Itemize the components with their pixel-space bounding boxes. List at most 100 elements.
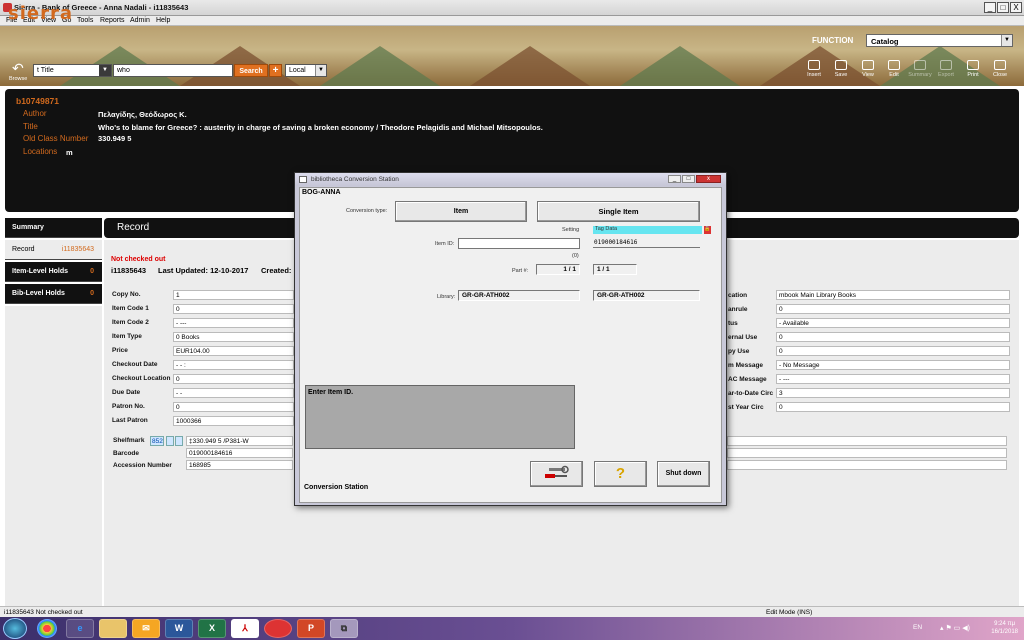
word-icon[interactable]: W bbox=[165, 619, 193, 638]
start-button[interactable] bbox=[3, 618, 27, 639]
barcode-label: Barcode bbox=[113, 450, 140, 457]
status-field[interactable]: - Available bbox=[776, 318, 1010, 328]
oldclass-value: 330.949 5 bbox=[98, 134, 132, 143]
close-window-button[interactable]: X bbox=[1010, 2, 1022, 13]
copy-use-field[interactable]: 0 bbox=[776, 346, 1010, 356]
menu-tools[interactable]: Tools bbox=[77, 16, 93, 25]
nav-summary[interactable]: Summary bbox=[5, 218, 102, 238]
ie-icon[interactable]: e bbox=[66, 619, 94, 638]
field-label: Last Patron bbox=[112, 417, 148, 424]
due-date-field[interactable]: - - bbox=[173, 388, 294, 398]
powerpoint-icon[interactable]: P bbox=[297, 619, 325, 638]
nav-item-holds[interactable]: Item-Level Holds 0 bbox=[5, 262, 102, 282]
help-button[interactable]: ? bbox=[594, 461, 647, 487]
field-label: Checkout Date bbox=[112, 361, 158, 368]
tool-insert[interactable]: Insert bbox=[801, 60, 827, 78]
clock[interactable]: 9:24 πμ 16/1/2018 bbox=[991, 620, 1018, 636]
clock-time: 9:24 πμ bbox=[994, 621, 1016, 627]
tool-close[interactable]: Close bbox=[987, 60, 1013, 78]
title-label: Title bbox=[23, 122, 38, 131]
tray-icons[interactable]: ▴ ⚑ ▭ ◀) bbox=[940, 624, 970, 632]
browse-back-icon[interactable]: ↶ bbox=[12, 60, 24, 77]
locations-label: Locations bbox=[23, 147, 58, 156]
checkout-date-field[interactable]: - - : bbox=[173, 360, 294, 370]
copy-no-field[interactable]: 1 bbox=[173, 290, 294, 300]
search-button[interactable]: Search bbox=[234, 64, 268, 77]
last-year-circ-field[interactable]: 0 bbox=[776, 402, 1010, 412]
dialog-footer: Conversion Station bbox=[304, 484, 369, 491]
field-label: st Year Circ bbox=[728, 404, 764, 411]
tool-export[interactable]: Export bbox=[933, 60, 959, 78]
shelfmark-label: Shelfmark bbox=[113, 437, 145, 444]
last-patron-field[interactable]: 1000366 bbox=[173, 416, 294, 426]
scope-select[interactable]: Local ▼ bbox=[285, 64, 327, 77]
item-mode-button[interactable]: Item bbox=[395, 201, 527, 222]
tool-save[interactable]: Save bbox=[828, 60, 854, 78]
shelfmark-indicator-1[interactable] bbox=[166, 436, 174, 446]
chevron-down-icon: ▼ bbox=[315, 65, 326, 76]
location-field[interactable]: mbook Main Library Books bbox=[776, 290, 1010, 300]
barcode-field-cont[interactable] bbox=[727, 448, 1007, 458]
item-code-1-field[interactable]: 0 bbox=[173, 304, 294, 314]
conversion-station-task-icon[interactable]: ⧉ bbox=[330, 619, 358, 638]
tool-summary[interactable]: Summary bbox=[907, 60, 933, 78]
checkout-location-field[interactable]: 0 bbox=[173, 374, 294, 384]
search-input[interactable] bbox=[113, 64, 233, 77]
function-select[interactable]: Catalog ▼ bbox=[866, 34, 1013, 47]
price-field[interactable]: EUR104.00 bbox=[173, 346, 294, 356]
ytd-circ-field[interactable]: 3 bbox=[776, 388, 1010, 398]
menu-help[interactable]: Help bbox=[156, 16, 170, 25]
chrome-icon[interactable] bbox=[37, 619, 57, 638]
maximize-button[interactable]: □ bbox=[997, 2, 1009, 13]
tool-view[interactable]: View bbox=[855, 60, 881, 78]
pdf-icon[interactable]: ⅄ bbox=[231, 619, 259, 638]
nav-record[interactable]: Record i11835643 bbox=[5, 240, 102, 260]
outlook-icon[interactable]: ✉ bbox=[132, 619, 160, 638]
dialog-title: bibliotheca Conversion Station bbox=[311, 176, 399, 183]
shelfmark-field-cont[interactable] bbox=[727, 436, 1007, 446]
tool-view-label: View bbox=[862, 72, 874, 78]
dialog-minimize-button[interactable]: _ bbox=[668, 175, 681, 183]
tool-print[interactable]: Print bbox=[960, 60, 986, 78]
item-message-field[interactable]: - No Message bbox=[776, 360, 1010, 370]
item-type-field[interactable]: 0 Books bbox=[173, 332, 294, 342]
library-label: Library: bbox=[437, 294, 456, 300]
patron-no-field[interactable]: 0 bbox=[173, 402, 294, 412]
dialog-maximize-button[interactable]: □ bbox=[682, 175, 695, 183]
nav-bib-holds[interactable]: Bib-Level Holds 0 bbox=[5, 284, 102, 304]
shut-down-button[interactable]: Shut down bbox=[657, 461, 710, 487]
excel-icon[interactable]: X bbox=[198, 619, 226, 638]
item-code-2-field[interactable]: - --- bbox=[173, 318, 294, 328]
language-indicator[interactable]: EN bbox=[913, 624, 922, 631]
add-search-button[interactable]: + bbox=[269, 64, 282, 77]
nav-record-number: i11835643 bbox=[61, 246, 94, 253]
single-item-button[interactable]: Single Item bbox=[537, 201, 700, 222]
status-right: Edit Mode (INS) bbox=[766, 609, 813, 616]
barcode-field[interactable]: 019000184616 bbox=[186, 448, 293, 458]
folder-icon[interactable] bbox=[99, 619, 127, 638]
accession-field-cont[interactable] bbox=[727, 460, 1007, 470]
minimize-button[interactable]: _ bbox=[984, 2, 996, 13]
shelfmark-field[interactable]: ‡330.949 5 /P381-W bbox=[186, 436, 293, 446]
accession-field[interactable]: 168985 bbox=[186, 460, 293, 470]
tools-button[interactable] bbox=[530, 461, 583, 487]
opac-message-field[interactable]: - --- bbox=[776, 374, 1010, 384]
loanrule-field[interactable]: 0 bbox=[776, 304, 1010, 314]
item-number: i11835643 bbox=[111, 266, 147, 275]
menu-admin[interactable]: Admin bbox=[130, 16, 150, 25]
sierra-app-icon[interactable] bbox=[264, 619, 292, 638]
tools-icon bbox=[544, 465, 569, 478]
insert-icon bbox=[808, 60, 820, 70]
index-select[interactable]: t Title ▼ bbox=[33, 64, 112, 77]
menu-reports[interactable]: Reports bbox=[100, 16, 125, 25]
dialog-close-button[interactable]: x bbox=[696, 175, 721, 183]
internal-use-field[interactable]: 0 bbox=[776, 332, 1010, 342]
tag-data-header: Tag Data bbox=[593, 226, 702, 234]
sierra-logo: sierra bbox=[8, 3, 73, 24]
item-id-input[interactable] bbox=[458, 238, 580, 249]
lock-icon[interactable]: 🔒 bbox=[704, 226, 711, 234]
shelfmark-indicator-2[interactable] bbox=[175, 436, 183, 446]
field-label: ar-to-Date Circ bbox=[728, 390, 774, 397]
shelfmark-tag[interactable]: 852 bbox=[150, 436, 164, 446]
tool-edit[interactable]: Edit bbox=[881, 60, 907, 78]
